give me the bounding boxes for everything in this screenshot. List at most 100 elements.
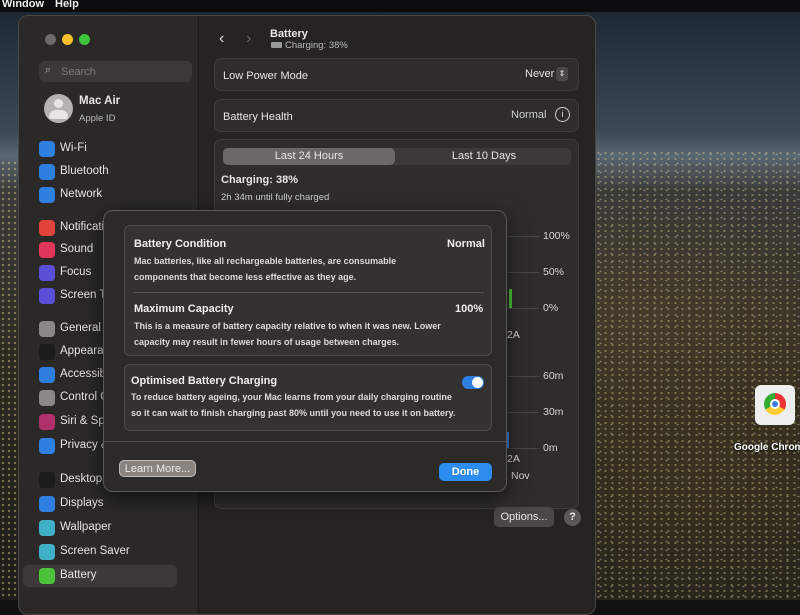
hourglass-icon bbox=[39, 288, 55, 304]
usage-date-tick: Nov bbox=[511, 470, 530, 482]
globe-icon bbox=[39, 187, 55, 203]
sidebar-item-wallpaper[interactable]: Wallpaper bbox=[23, 517, 177, 539]
dock-icon bbox=[39, 472, 55, 488]
sidebar-item-displays[interactable]: Displays bbox=[23, 493, 177, 515]
back-button[interactable]: ‹ bbox=[219, 30, 224, 48]
chrome-app-label[interactable]: Google Chrome bbox=[734, 442, 800, 453]
siri-icon bbox=[39, 414, 55, 430]
sidebar-item-label: Network bbox=[60, 188, 103, 200]
sidebar-item-label: Wi-Fi bbox=[60, 142, 87, 154]
accessibility-icon bbox=[39, 367, 55, 383]
page-subtitle: Charging: 38% bbox=[285, 40, 348, 51]
battery-condition-title: Battery Condition bbox=[134, 238, 227, 250]
speaker-icon bbox=[39, 242, 55, 258]
usage-axis-label: 60m bbox=[543, 370, 564, 382]
battery-condition-value: Normal bbox=[447, 238, 485, 250]
stepper-chevrons-icon[interactable]: ⇕ bbox=[556, 67, 568, 81]
account-name[interactable]: Mac Air bbox=[79, 95, 120, 107]
city-lights-left bbox=[0, 160, 20, 600]
maximum-capacity-text: This is a measure of battery capacity re… bbox=[134, 321, 441, 331]
battery-icon bbox=[39, 568, 55, 584]
low-power-mode-row: Low Power Mode Never ⇕ bbox=[214, 58, 579, 91]
maximum-capacity-value: 100% bbox=[455, 303, 484, 315]
battery-condition-text: Mac batteries, like all rechargeable bat… bbox=[134, 256, 397, 266]
optimised-charging-title: Optimised Battery Charging bbox=[131, 375, 278, 387]
moon-icon bbox=[39, 265, 55, 281]
usage-axis-label: 0m bbox=[543, 442, 558, 454]
tab-last-10-days[interactable]: Last 10 Days bbox=[397, 148, 571, 165]
optimised-charging-box: Optimised Battery Charging To reduce bat… bbox=[124, 364, 492, 431]
hand-icon bbox=[39, 438, 55, 454]
battery-health-value: Normal bbox=[511, 109, 547, 121]
sidebar-item-battery[interactable]: Battery bbox=[23, 565, 177, 587]
sidebar-item-network[interactable]: Network bbox=[23, 184, 177, 206]
forward-button[interactable]: › bbox=[246, 30, 251, 48]
level-axis-label: 100% bbox=[543, 230, 570, 242]
control-centre-icon bbox=[39, 390, 55, 406]
charging-status: Charging: 38% bbox=[221, 174, 299, 186]
maximum-capacity-text: capacity may result in fewer hours of us… bbox=[134, 337, 400, 347]
time-remaining: 2h 34m until fully charged bbox=[221, 192, 330, 203]
info-icon[interactable]: i bbox=[555, 107, 570, 122]
screen-saver-icon bbox=[39, 544, 55, 560]
level-axis-label: 0% bbox=[543, 302, 559, 314]
battery-health-row: Battery Health Normal i bbox=[214, 99, 579, 132]
learn-more-button[interactable]: Learn More... bbox=[119, 460, 196, 477]
menu-help[interactable]: Help bbox=[55, 0, 79, 10]
maximum-capacity-title: Maximum Capacity bbox=[134, 303, 234, 315]
search-icon: ⌕ bbox=[45, 64, 52, 76]
optimised-charging-text: so it can wait to finish charging past 8… bbox=[131, 408, 456, 418]
battery-health-label: Battery Health bbox=[223, 111, 293, 123]
battery-health-dialog: Battery Condition Normal Mac batteries, … bbox=[103, 210, 507, 492]
level-time-tick: 2A bbox=[507, 329, 520, 341]
wifi-icon bbox=[39, 141, 55, 157]
gear-icon bbox=[39, 321, 55, 337]
battery-condition-text: components that become less effective as… bbox=[134, 272, 357, 282]
page-title: Battery bbox=[270, 28, 308, 40]
menu-bar: Window Help bbox=[0, 0, 800, 12]
minimize-button[interactable] bbox=[62, 34, 73, 45]
chrome-app-icon[interactable] bbox=[755, 385, 795, 425]
sidebar-item-label: Wallpaper bbox=[60, 521, 112, 533]
done-button[interactable]: Done bbox=[439, 463, 492, 481]
tab-last-24-hours[interactable]: Last 24 Hours bbox=[223, 148, 395, 165]
city-lights bbox=[595, 150, 800, 600]
battery-status-icon bbox=[271, 42, 282, 48]
close-button[interactable] bbox=[45, 34, 56, 45]
account-subtitle: Apple ID bbox=[79, 113, 116, 124]
search-input[interactable]: ⌕ Search bbox=[39, 61, 192, 82]
appearance-icon bbox=[39, 344, 55, 360]
sidebar-item-label: General bbox=[60, 322, 101, 334]
bluetooth-icon bbox=[39, 164, 55, 180]
usage-axis-label: 30m bbox=[543, 406, 564, 418]
sidebar-item-bluetooth[interactable]: Bluetooth bbox=[23, 161, 177, 183]
menu-window[interactable]: Window bbox=[2, 0, 44, 10]
avatar[interactable] bbox=[44, 94, 73, 123]
optimised-charging-text: To reduce battery ageing, your Mac learn… bbox=[131, 392, 452, 402]
battery-level-bar bbox=[509, 289, 512, 308]
optimised-charging-toggle[interactable] bbox=[462, 376, 484, 389]
wallpaper-icon bbox=[39, 520, 55, 536]
low-power-mode-select[interactable]: Never bbox=[525, 68, 554, 80]
sidebar-item-label: Battery bbox=[60, 569, 97, 581]
sidebar-item-label: Focus bbox=[60, 266, 92, 278]
low-power-mode-label: Low Power Mode bbox=[223, 70, 308, 82]
sun-icon bbox=[39, 496, 55, 512]
help-button[interactable]: ? bbox=[564, 509, 581, 526]
sidebar-item-label: Sound bbox=[60, 243, 94, 255]
level-axis-label: 50% bbox=[543, 266, 565, 278]
battery-info-box: Battery Condition Normal Mac batteries, … bbox=[124, 225, 492, 356]
usage-time-tick: 2A bbox=[507, 453, 520, 465]
divider bbox=[134, 292, 484, 293]
zoom-button[interactable] bbox=[79, 34, 90, 45]
options-button[interactable]: Options... bbox=[494, 507, 554, 527]
sidebar-item-label: Bluetooth bbox=[60, 165, 109, 177]
bell-icon bbox=[39, 220, 55, 236]
range-segmented-control[interactable]: Last 24 Hours Last 10 Days bbox=[223, 148, 571, 165]
search-placeholder: Search bbox=[61, 66, 96, 78]
sidebar-item-wi-fi[interactable]: Wi-Fi bbox=[23, 138, 177, 160]
sidebar-item-label: Screen Saver bbox=[60, 545, 130, 557]
divider bbox=[104, 441, 506, 442]
sidebar-item-screen-saver[interactable]: Screen Saver bbox=[23, 541, 177, 563]
sidebar-item-label: Displays bbox=[60, 497, 104, 509]
